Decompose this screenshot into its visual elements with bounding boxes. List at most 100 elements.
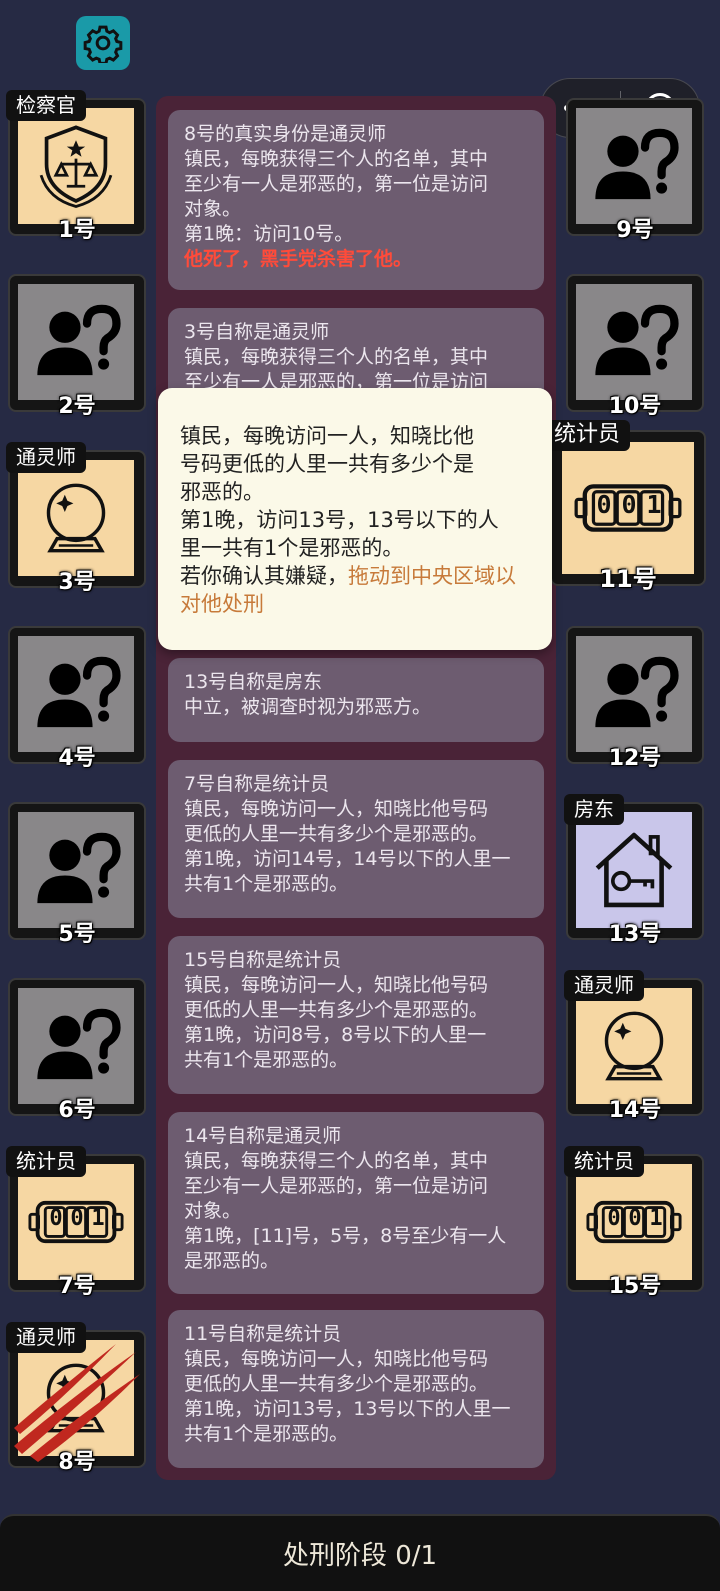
counter-icon: 001 (28, 1193, 124, 1251)
log-card: 8号的真实身份是通灵师 镇民，每晚获得三个人的名单，其中 至少有一人是邪恶的，第… (168, 110, 544, 290)
counter-icon: 001 (574, 475, 682, 541)
player-card-12[interactable]: 12号 (566, 626, 704, 771)
log-title: 13号自称是房东 (184, 671, 323, 693)
player-number: 14号 (608, 1098, 662, 1123)
log-line: 共有1个是邪恶的。 (184, 873, 349, 895)
log-line: 对象。 (184, 1200, 242, 1222)
role-portrait: 001 (576, 1164, 692, 1280)
tooltip-hint: 若你确认其嫌疑，拖动到中央区域以对他处刑 (180, 562, 532, 618)
role-portrait (576, 636, 692, 752)
counter-digit: 0 (621, 490, 637, 519)
player-number: 13号 (608, 922, 662, 947)
player-card-2[interactable]: 2号 (8, 274, 146, 419)
player-number: 4号 (58, 746, 96, 771)
log-title: 8号的真实身份是通灵师 (184, 123, 387, 145)
log-line: 第1晚，访问13号，13号以下的人里一 (184, 1398, 511, 1420)
role-label: 通灵师 (564, 970, 644, 1001)
log-line: 更低的人里一共有多少个是邪恶的。 (184, 999, 489, 1021)
role-label: 统计员 (544, 420, 631, 451)
counter-icon: 001 (586, 1193, 682, 1251)
role-portrait (576, 988, 692, 1104)
gear-icon (83, 25, 123, 63)
role-portrait: 001 (18, 1164, 134, 1280)
counter-digit: 0 (70, 1206, 84, 1231)
player-card-3[interactable]: 通灵师 3号 (6, 442, 146, 595)
player-number: 7号 (58, 1274, 96, 1299)
player-card-10[interactable]: 10号 (566, 274, 704, 419)
log-line: 镇民，每晚获得三个人的名单，其中 (184, 1150, 489, 1172)
player-card-9[interactable]: 9号 (566, 98, 704, 243)
player-number: 5号 (58, 922, 96, 947)
unknown-person-icon (30, 824, 122, 916)
role-portrait (18, 812, 134, 928)
log-title: 3号自称是通灵师 (184, 321, 330, 343)
player-card-14[interactable]: 通灵师 14号 (564, 970, 704, 1123)
log-panel[interactable]: 8号的真实身份是通灵师 镇民，每晚获得三个人的名单，其中 至少有一人是邪恶的，第… (156, 96, 556, 1480)
role-portrait (576, 284, 692, 400)
player-card-15[interactable]: 001 统计员 15号 (564, 1146, 704, 1299)
role-portrait (18, 284, 134, 400)
player-card-1[interactable]: 检察官 1号 (6, 90, 146, 243)
log-line: 共有1个是邪恶的。 (184, 1049, 349, 1071)
phase-label: 处刑阶段 0/1 (282, 1541, 438, 1571)
player-number: 12号 (608, 746, 662, 771)
role-portrait (18, 460, 134, 576)
player-number: 3号 (58, 570, 96, 595)
role-label: 通灵师 (6, 442, 86, 473)
player-number: 8号 (58, 1450, 96, 1475)
tooltip-line: 里一共有1个是邪恶的。 (180, 536, 404, 560)
role-label: 检察官 (6, 90, 86, 121)
player-number: 10号 (608, 394, 662, 419)
log-line: 第1晚，访问8号，8号以下的人里一 (184, 1024, 487, 1046)
counter-digit: 1 (646, 490, 662, 519)
player-card-13[interactable]: 房东 13号 (564, 794, 704, 947)
role-portrait (576, 812, 692, 928)
counter-digit: 0 (49, 1206, 63, 1231)
log-line: 是邪恶的。 (184, 1250, 280, 1272)
log-line: 中立，被调查时视为邪恶方。 (184, 696, 432, 718)
player-number: 11号 (599, 565, 657, 593)
log-card: 15号自称是统计员 镇民，每晚访问一人，知晓比他号码 更低的人里一共有多少个是邪… (168, 936, 544, 1094)
player-card-4[interactable]: 4号 (8, 626, 146, 771)
log-title: 14号自称是通灵师 (184, 1125, 342, 1147)
log-card: 7号自称是统计员 镇民，每晚访问一人，知晓比他号码 更低的人里一共有多少个是邪恶… (168, 760, 544, 918)
crystal-ball-icon (591, 1003, 677, 1089)
player-card-7[interactable]: 001 统计员 7号 (6, 1146, 146, 1299)
settings-button[interactable] (76, 16, 130, 70)
counter-digits: 001 (604, 1206, 666, 1231)
player-number: 9号 (616, 218, 654, 243)
tooltip-line: 邪恶的。 (180, 480, 264, 504)
log-line: 第1晚，[11]号，5号，8号至少有一人 (184, 1225, 507, 1247)
counter-digit: 0 (596, 490, 612, 519)
house-key-icon (588, 824, 680, 916)
log-line: 第1晚：访问10号。 (184, 223, 354, 245)
death-notice: 他死了，黑手党杀害了他。 (184, 248, 413, 270)
player-card-5[interactable]: 5号 (8, 802, 146, 947)
crystal-ball-icon (33, 475, 119, 561)
player-card-6[interactable]: 6号 (8, 978, 146, 1123)
player-number: 15号 (608, 1274, 662, 1299)
counter-digits: 001 (46, 1206, 108, 1231)
player-number: 1号 (58, 218, 96, 243)
log-line: 镇民，每晚访问一人，知晓比他号码 (184, 974, 489, 996)
player-card-11-selected[interactable]: 001 统计员 11号 (544, 420, 706, 593)
role-label: 统计员 (564, 1146, 644, 1177)
tooltip-prompt: 若你确认其嫌疑， (180, 564, 348, 588)
log-line: 第1晚，访问14号，14号以下的人里一 (184, 848, 511, 870)
unknown-person-icon (588, 296, 680, 388)
tooltip-line: 镇民，每晚访问一人，知晓比他 (180, 424, 474, 448)
role-portrait (18, 108, 134, 224)
log-line: 更低的人里一共有多少个是邪恶的。 (184, 823, 489, 845)
log-title: 7号自称是统计员 (184, 773, 330, 795)
unknown-person-icon (30, 296, 122, 388)
role-label: 房东 (564, 794, 624, 825)
unknown-person-icon (588, 648, 680, 740)
log-line: 至少有一人是邪恶的，第一位是访问 (184, 173, 489, 195)
log-line: 镇民，每晚访问一人，知晓比他号码 (184, 1348, 489, 1370)
player-card-8[interactable]: 通灵师 8号 (6, 1322, 146, 1475)
player-number: 6号 (58, 1098, 96, 1123)
player-number: 2号 (58, 394, 96, 419)
log-title: 11号自称是统计员 (184, 1323, 342, 1345)
log-line: 镇民，每晚获得三个人的名单，其中 (184, 346, 489, 368)
role-label: 统计员 (6, 1146, 86, 1177)
